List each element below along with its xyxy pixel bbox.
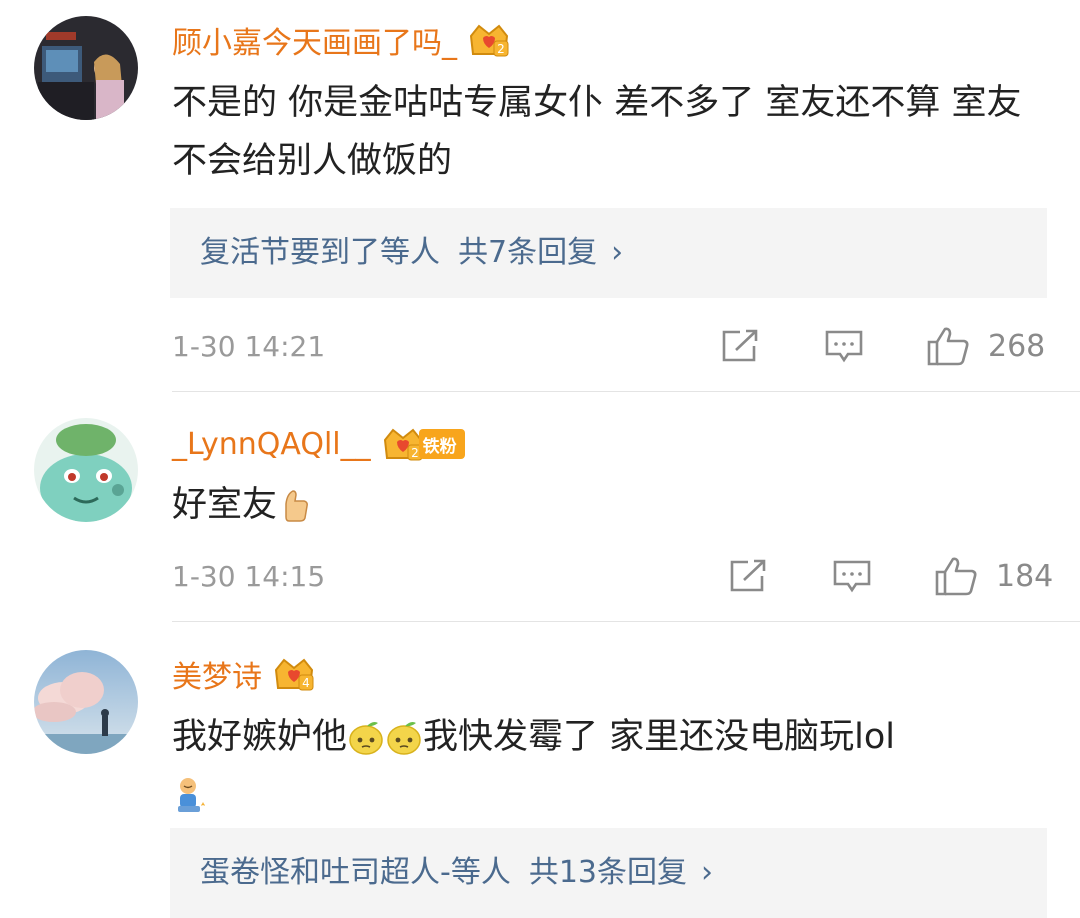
lemon-emoji-icon (387, 722, 421, 755)
comment-icon (825, 330, 863, 363)
like-count: 184 (996, 558, 1054, 594)
username[interactable]: 顾小嘉今天画画了吗_ 2 (172, 18, 511, 62)
sitting-person-emoji-icon (178, 778, 205, 812)
chevron-right-icon: › (611, 235, 624, 270)
username-text: _LynnQAQll__ (172, 426, 371, 462)
avatar[interactable] (34, 650, 138, 754)
username-text: 美梦诗 (172, 660, 262, 695)
thumbs-up-icon (935, 557, 977, 596)
thumbs-up-icon (927, 327, 969, 366)
comment-icon (833, 560, 871, 593)
share-icon (722, 329, 758, 362)
comment-button[interactable] (832, 558, 872, 594)
share-icon (730, 559, 766, 592)
comment-text: 不是的 你是金咕咕专属女仆 差不多了 室友还不算 室友不会给别人做饭的 (172, 83, 1022, 181)
reply-count: 共13条回复 (528, 855, 688, 890)
reply-box[interactable]: 复活节要到了等人 共7条回复 › (170, 208, 1047, 298)
share-button[interactable] (728, 558, 768, 594)
reply-box[interactable]: 蛋卷怪和吐司超人-等人 共13条回复 › (170, 828, 1047, 918)
username[interactable]: _LynnQAQll__ 2 铁粉 (172, 422, 465, 466)
comment-1: 顾小嘉今天画画了吗_ 2 不是的 你是金咕咕专属女仆 差不多了 室友还不算 室友… (0, 0, 1080, 392)
comment-text-content: 好室友 (172, 485, 278, 525)
reply-count: 共7条回复 (458, 235, 598, 270)
comment-2: _LynnQAQll__ 2 铁粉 好室友 1-30 14:15 184 (0, 392, 1080, 622)
comment-text: 好室友 (172, 476, 1052, 534)
like-button[interactable]: 184 (934, 556, 1053, 596)
comment-text-part1: 我好嫉妒他 (172, 717, 348, 757)
badge-level: 2 (497, 42, 505, 56)
timestamp: 1-30 14:15 (172, 560, 326, 593)
comment-button[interactable] (824, 328, 864, 364)
comment-text: 我好嫉妒他 我快发霉了 家里还没电脑玩lol (172, 708, 1052, 824)
username-text: 顾小嘉今天画画了吗_ (172, 26, 457, 61)
badge-level: 4 (302, 676, 310, 690)
like-count: 268 (988, 328, 1046, 364)
fan-tag: 铁粉 (418, 429, 465, 459)
avatar-image (34, 16, 138, 120)
comment-3: 美梦诗 4 我好嫉妒他 我快发霉了 家里还没电脑玩lol 蛋卷怪和吐司超人-等人… (0, 622, 1080, 918)
badge-level: 2 (411, 446, 419, 460)
reply-summary[interactable]: 蛋卷怪和吐司超人-等人 共13条回复 › (200, 828, 713, 918)
username[interactable]: 美梦诗 4 (172, 652, 316, 696)
avatar-image (34, 418, 138, 522)
timestamp: 1-30 14:21 (172, 330, 326, 363)
avatar-image (34, 650, 138, 754)
chevron-right-icon: › (701, 855, 714, 890)
thumbs-up-emoji-icon (285, 490, 308, 522)
like-button[interactable]: 268 (926, 326, 1045, 366)
share-button[interactable] (720, 328, 760, 364)
comment-text-part2: 我快发霉了 家里还没电脑玩lol (423, 717, 896, 757)
reply-summary[interactable]: 复活节要到了等人 共7条回复 › (200, 208, 623, 298)
crown-badge-icon: 2 (469, 24, 509, 57)
lemon-emoji-icon (349, 722, 383, 755)
crown-badge-icon: 4 (274, 658, 314, 691)
reply-preview: 复活节要到了等人 (200, 235, 440, 270)
avatar[interactable] (34, 16, 138, 120)
avatar[interactable] (34, 418, 138, 522)
reply-preview: 蛋卷怪和吐司超人-等人 (200, 855, 511, 890)
